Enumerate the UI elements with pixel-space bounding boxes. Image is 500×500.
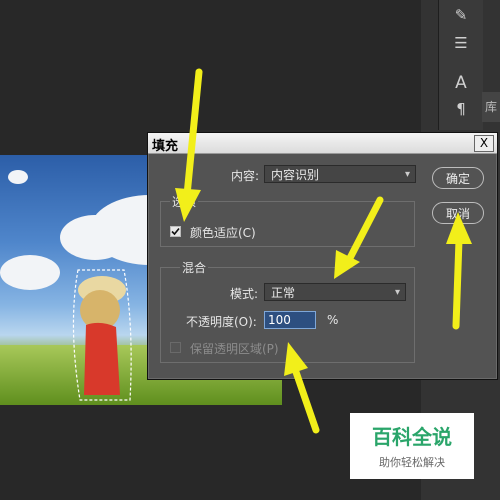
- watermark: 百科全说 助你轻松解决: [350, 413, 474, 479]
- arrow-to-preserve: [292, 368, 320, 434]
- arrowhead: [175, 188, 201, 222]
- arrow-to-cancel: [452, 236, 463, 330]
- arrowhead: [446, 212, 472, 244]
- arrowhead: [334, 250, 360, 279]
- watermark-title: 百科全说: [372, 425, 452, 449]
- arrowhead: [284, 342, 308, 376]
- arrow-to-mode: [346, 196, 384, 262]
- arrow-to-checkbox: [183, 68, 203, 199]
- watermark-subtitle: 助你轻松解决: [379, 456, 445, 469]
